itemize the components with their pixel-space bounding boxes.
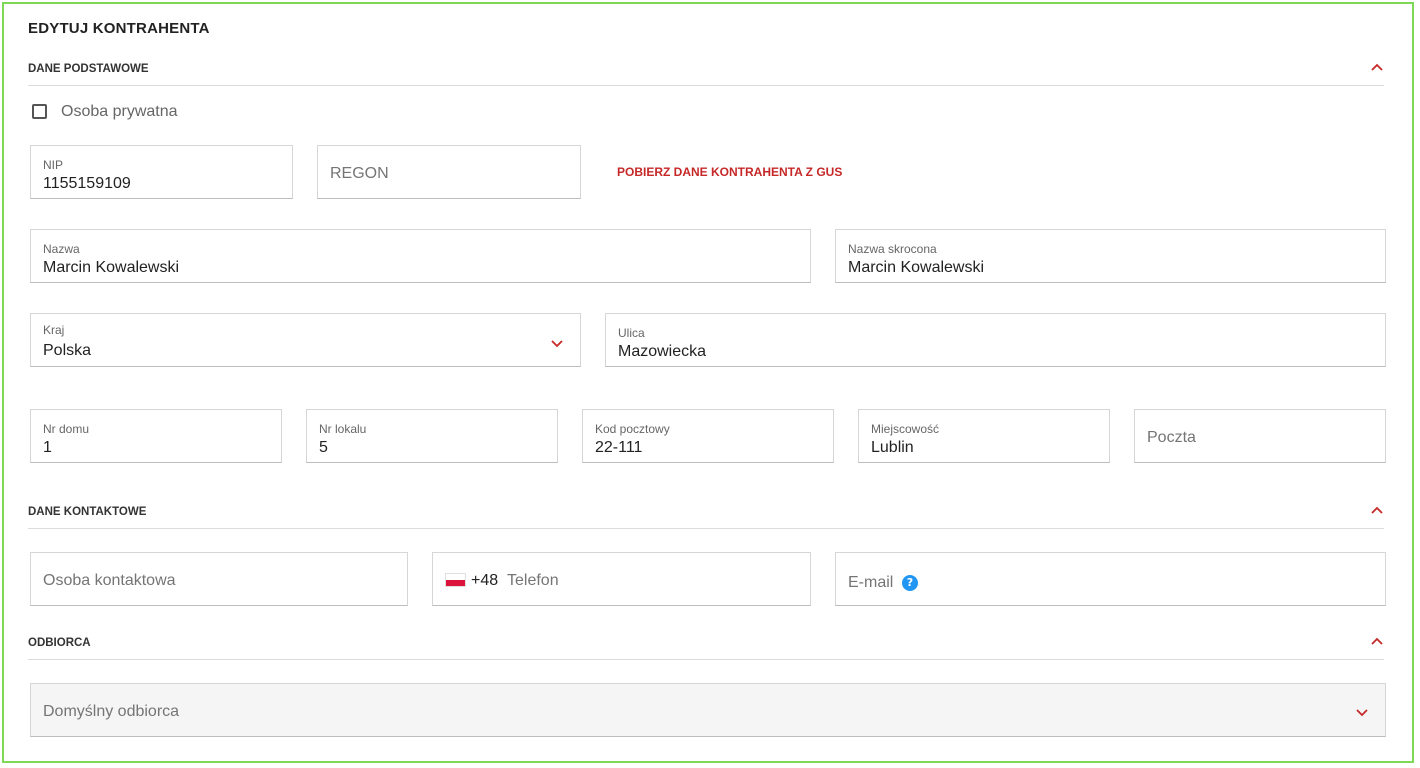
phone-field[interactable]: +48 Telefon [432,552,811,606]
city-value[interactable]: Lublin [871,439,914,457]
house-number-value[interactable]: 1 [43,439,52,457]
country-label: Kraj [43,323,65,337]
email-field[interactable]: E-mail ? [835,552,1386,606]
country-value[interactable]: Polska [43,342,91,360]
phone-placeholder[interactable]: Telefon [507,572,559,590]
city-label: Miejscowość [871,422,940,436]
fetch-gus-data-link[interactable]: POBIERZ DANE KONTRAHENTA Z GUS [617,165,842,179]
dial-code: +48 [471,572,499,589]
section-contact-header: DANE KONTAKTOWE [28,506,1384,529]
contact-person-field[interactable]: Osoba kontaktowa [30,552,408,606]
nip-field[interactable]: NIP 1155159109 [30,145,293,199]
postal-code-label: Kod pocztowy [595,422,670,436]
post-office-placeholder[interactable]: Poczta [1147,429,1196,447]
poland-flag-icon[interactable] [445,573,466,587]
section-basic-header: DANE PODSTAWOWE [28,63,1384,86]
postal-code-value[interactable]: 22-111 [595,439,642,457]
contact-person-placeholder[interactable]: Osoba kontaktowa [43,572,176,590]
house-number-field[interactable]: Nr domu 1 [30,409,282,463]
name-field[interactable]: Nazwa Marcin Kowalewski [30,229,811,283]
name-label: Nazwa [43,242,80,256]
chevron-up-icon[interactable] [1370,635,1384,649]
city-field[interactable]: Miejscowość Lublin [858,409,1110,463]
unit-number-label: Nr lokalu [319,422,367,436]
country-select[interactable]: Kraj Polska [30,313,581,367]
section-basic-title: DANE PODSTAWOWE [28,63,149,75]
regon-field[interactable]: REGON [317,145,581,199]
short-name-value[interactable]: Marcin Kowalewski [848,259,984,277]
help-icon[interactable]: ? [902,575,918,591]
page-title: EDYTUJ KONTRAHENTA [28,20,210,37]
regon-placeholder[interactable]: REGON [330,165,389,183]
house-number-label: Nr domu [43,422,90,436]
post-office-field[interactable]: Poczta [1134,409,1386,463]
unit-number-value[interactable]: 5 [319,439,328,457]
chevron-down-icon[interactable] [1355,705,1369,719]
email-placeholder[interactable]: E-mail [848,574,893,592]
chevron-up-icon[interactable] [1370,504,1384,518]
private-person-label: Osoba prywatna [61,103,178,120]
street-field[interactable]: Ulica Mazowiecka [605,313,1386,367]
name-value[interactable]: Marcin Kowalewski [43,259,179,277]
default-recipient-select[interactable]: Domyślny odbiorca [30,683,1386,737]
short-name-label: Nazwa skrocona [848,242,937,256]
nip-label: NIP [43,158,64,172]
chevron-down-icon[interactable] [550,336,564,350]
short-name-field[interactable]: Nazwa skrocona Marcin Kowalewski [835,229,1386,283]
default-recipient-placeholder[interactable]: Domyślny odbiorca [43,703,179,721]
section-contact-title: DANE KONTAKTOWE [28,506,147,518]
nip-value[interactable]: 1155159109 [43,175,131,193]
postal-code-field[interactable]: Kod pocztowy 22-111 [582,409,834,463]
street-value[interactable]: Mazowiecka [618,343,706,361]
chevron-up-icon[interactable] [1370,61,1384,75]
section-recipient-title: ODBIORCA [28,637,91,649]
private-person-checkbox[interactable] [32,104,47,119]
unit-number-field[interactable]: Nr lokalu 5 [306,409,558,463]
street-label: Ulica [618,326,645,340]
section-recipient-header: ODBIORCA [28,637,1384,660]
